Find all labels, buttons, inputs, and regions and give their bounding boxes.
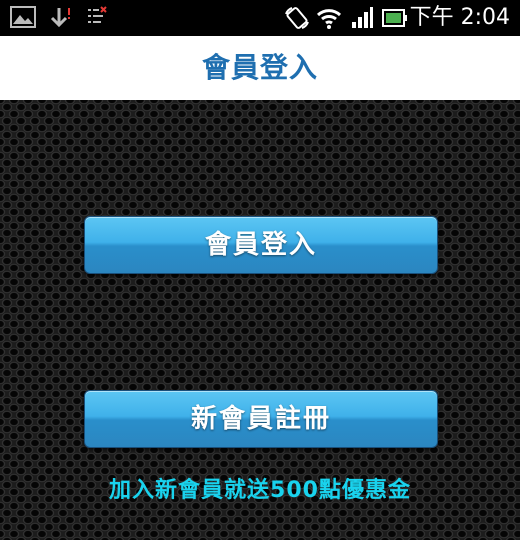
promo-text: 加入新會員就送500點優惠金	[109, 478, 411, 503]
signal-icon	[350, 6, 374, 34]
gallery-icon	[10, 6, 36, 32]
debug-icon	[86, 6, 108, 34]
status-bar: 下午 2:04	[0, 0, 520, 36]
page-title: 會員登入	[201, 51, 318, 84]
register-button[interactable]: 新會員註冊	[84, 390, 438, 448]
wifi-icon	[316, 6, 342, 34]
main-content: 會員登入 新會員註冊 加入新會員就送500點優惠金	[0, 100, 520, 540]
title-bar: 會員登入	[0, 36, 520, 100]
rotate-icon	[284, 6, 310, 34]
download-icon	[50, 6, 72, 34]
status-time: 下午 2:04	[409, 5, 510, 30]
battery-icon	[382, 6, 408, 34]
login-button[interactable]: 會員登入	[84, 216, 438, 274]
